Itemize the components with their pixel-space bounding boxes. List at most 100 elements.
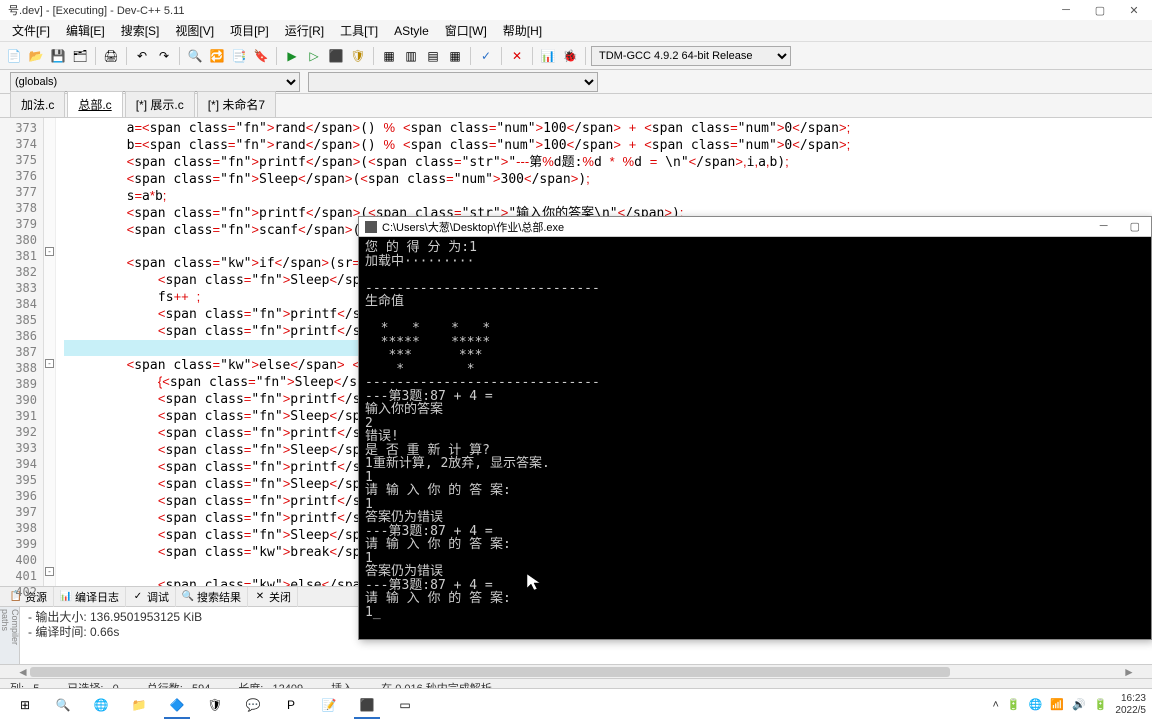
taskbar-console[interactable]: ⬛	[348, 691, 386, 719]
rebuild-button[interactable]: 🛡	[348, 46, 368, 66]
menu-item[interactable]: 编辑[E]	[58, 19, 113, 42]
taskbar-devcpp[interactable]: 🔷	[158, 691, 196, 719]
toolbar-separator	[501, 47, 502, 65]
toolbar-separator	[532, 47, 533, 65]
taskbar: ⊞ 🔍 🌐 📁 🔷 🛡 💬 P 📝 ⬛ ▭ ˄ 🔋 🌐 📶 🔊 🔋 16:23 …	[0, 688, 1152, 720]
fold-toggle[interactable]: -	[45, 359, 54, 368]
menu-item[interactable]: 搜索[S]	[113, 19, 168, 42]
menu-item[interactable]: 窗口[W]	[437, 19, 495, 42]
menu-item[interactable]: 项目[P]	[222, 19, 277, 42]
fold-gutter: - - -	[44, 118, 56, 586]
debug-button[interactable]: 🐞	[560, 46, 580, 66]
bookmark-button[interactable]: 🔖	[251, 46, 271, 66]
taskbar-app[interactable]: 🛡	[196, 691, 234, 719]
toolbar-separator	[373, 47, 374, 65]
file-tab[interactable]: 加法.c	[10, 91, 65, 117]
close-button[interactable]: ✕	[1124, 4, 1144, 17]
compiler-paths-label: Compiler paths	[0, 607, 20, 664]
find-button[interactable]: 🔍	[185, 46, 205, 66]
bottom-tab[interactable]: 📊编译日志	[54, 587, 126, 607]
horizontal-scrollbar[interactable]: ◄ ►	[0, 664, 1152, 678]
console-minimize-button[interactable]: ─	[1095, 220, 1113, 233]
taskbar-taskview[interactable]: ▭	[386, 691, 424, 719]
main-toolbar: 📄 📂 💾 🗂 🖨 ↶ ↷ 🔍 🔁 📑 🔖 ▶ ▷ ⬛ 🛡 ▦ ▥ ▤ ▦ ✓ …	[0, 42, 1152, 70]
tray-volume-icon[interactable]: 🔊	[1072, 698, 1086, 711]
bottom-tab[interactable]: ✕关闭	[248, 587, 298, 607]
menubar: 文件[F]编辑[E]搜索[S]视图[V]项目[P]运行[R]工具[T]AStyl…	[0, 20, 1152, 42]
tray-battery-icon[interactable]: 🔋	[1094, 698, 1108, 711]
window-titlebar: 号.dev] - [Executing] - Dev-C++ 5.11 ─ ▢ …	[0, 0, 1152, 20]
file-tab[interactable]: 总部.c	[67, 91, 122, 117]
grid2-button[interactable]: ▥	[401, 46, 421, 66]
scope-select[interactable]: (globals)	[10, 72, 300, 92]
redo-button[interactable]: ↷	[154, 46, 174, 66]
console-window-controls: ─ ▢	[1095, 220, 1145, 233]
profile-button[interactable]: 📊	[538, 46, 558, 66]
maximize-button[interactable]: ▢	[1090, 4, 1110, 17]
tray-clock[interactable]: 16:23 2022/5	[1115, 693, 1146, 717]
toolbar-separator	[126, 47, 127, 65]
menu-item[interactable]: 帮助[H]	[495, 19, 550, 42]
taskbar-notes[interactable]: 📝	[310, 691, 348, 719]
tray-icon[interactable]: 🌐	[1029, 698, 1043, 711]
stop-button[interactable]: ✕	[507, 46, 527, 66]
tray-wifi-icon[interactable]: 📶	[1050, 698, 1064, 711]
menu-item[interactable]: AStyle	[386, 21, 437, 41]
open-file-button[interactable]: 📂	[26, 46, 46, 66]
console-title-text: C:\Users\大葱\Desktop\作业\总部.exe	[382, 219, 564, 235]
menu-item[interactable]: 视图[V]	[167, 19, 222, 42]
save-all-button[interactable]: 🗂	[70, 46, 90, 66]
undo-button[interactable]: ↶	[132, 46, 152, 66]
file-tab[interactable]: [*] 未命名7	[197, 91, 276, 117]
scroll-thumb[interactable]	[30, 667, 950, 677]
tray-chevron-icon[interactable]: ˄	[992, 699, 998, 711]
file-tabbar: 加法.c总部.c[*] 展示.c[*] 未命名7	[0, 94, 1152, 118]
compile-button[interactable]: ▶	[282, 46, 302, 66]
taskbar-search[interactable]: 🔍	[44, 691, 82, 719]
minimize-button[interactable]: ─	[1056, 4, 1076, 17]
check-button[interactable]: ✓	[476, 46, 496, 66]
menu-item[interactable]: 运行[R]	[277, 19, 332, 42]
file-tab[interactable]: [*] 展示.c	[125, 91, 195, 117]
taskbar-start[interactable]: ⊞	[6, 691, 44, 719]
taskbar-explorer[interactable]: 📁	[120, 691, 158, 719]
console-window: C:\Users\大葱\Desktop\作业\总部.exe ─ ▢ 您 的 得 …	[358, 216, 1152, 640]
grid3-button[interactable]: ▤	[423, 46, 443, 66]
compiler-select[interactable]: TDM-GCC 4.9.2 64-bit Release	[591, 46, 791, 66]
fold-toggle[interactable]: -	[45, 247, 54, 256]
line-gutter: 3733743753763773783793803813823833843853…	[0, 118, 44, 586]
replace-button[interactable]: 🔁	[207, 46, 227, 66]
console-icon	[365, 221, 377, 233]
console-titlebar: C:\Users\大葱\Desktop\作业\总部.exe ─ ▢	[359, 217, 1151, 237]
fold-toggle[interactable]: -	[45, 567, 54, 576]
window-title: 号.dev] - [Executing] - Dev-C++ 5.11	[8, 2, 184, 18]
taskbar-pp[interactable]: P	[272, 691, 310, 719]
taskbar-edge[interactable]: 🌐	[82, 691, 120, 719]
new-file-button[interactable]: 📄	[4, 46, 24, 66]
save-button[interactable]: 💾	[48, 46, 68, 66]
bottom-tab[interactable]: 🔍搜索结果	[176, 587, 248, 607]
bottom-tab[interactable]: ✓调试	[126, 587, 176, 607]
grid1-button[interactable]: ▦	[379, 46, 399, 66]
toolbar-separator	[470, 47, 471, 65]
print-button[interactable]: 🖨	[101, 46, 121, 66]
run-button[interactable]: ▷	[304, 46, 324, 66]
member-select[interactable]	[308, 72, 598, 92]
compile-run-button[interactable]: ⬛	[326, 46, 346, 66]
grid4-button[interactable]: ▦	[445, 46, 465, 66]
output-side: Compiler paths	[0, 607, 20, 664]
console-maximize-button[interactable]: ▢	[1125, 220, 1145, 233]
taskbar-wechat[interactable]: 💬	[234, 691, 272, 719]
console-output[interactable]: 您 的 得 分 为:1 加载中········· ---------------…	[359, 237, 1151, 623]
goto-button[interactable]: 📑	[229, 46, 249, 66]
toolbar-separator	[95, 47, 96, 65]
toolbar-separator	[276, 47, 277, 65]
scroll-right-arrow[interactable]: ►	[1122, 665, 1136, 679]
tray-icon[interactable]: 🔋	[1007, 698, 1021, 711]
toolbar-separator	[585, 47, 586, 65]
menu-item[interactable]: 文件[F]	[4, 19, 58, 42]
menu-item[interactable]: 工具[T]	[332, 19, 386, 42]
system-tray: ˄ 🔋 🌐 📶 🔊 🔋 16:23 2022/5	[992, 693, 1146, 717]
window-controls: ─ ▢ ✕	[1056, 4, 1144, 17]
scroll-left-arrow[interactable]: ◄	[16, 665, 30, 679]
